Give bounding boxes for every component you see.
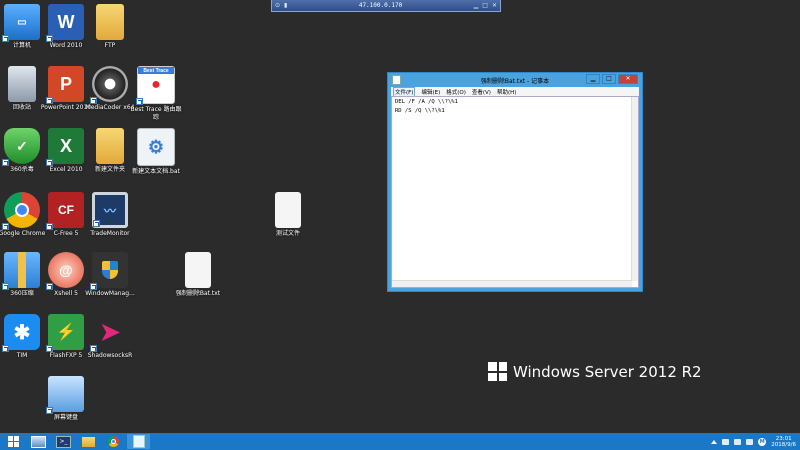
pin-icon[interactable]: ⊙ (275, 2, 280, 9)
network-icon[interactable] (722, 438, 730, 445)
restore-icon[interactable]: □ (482, 2, 488, 9)
branding-text: Windows Server 2012 R2 (513, 362, 702, 381)
signal-icon: ▮ (284, 2, 288, 9)
notepad-menubar: 文件(F) 编辑(E) 格式(O) 查看(V) 帮助(H) (391, 86, 639, 97)
desktop-icon-window-manager[interactable]: WindowManag... (82, 250, 138, 310)
tim-icon: ✱ (2, 314, 40, 352)
chrome-icon (108, 436, 119, 447)
monitor-icon: 〰 (92, 192, 128, 228)
menu-edit[interactable]: 编辑(E) (421, 88, 440, 96)
folder-icon (96, 4, 124, 40)
start-button[interactable] (2, 434, 25, 449)
desktop-icon-test-file[interactable]: 测试文件 (260, 190, 316, 250)
taskbar-notepad[interactable] (127, 434, 150, 449)
map-pin-icon: ● Best Trace (136, 66, 175, 105)
notepad-text-area[interactable]: DEL /F /A /Q \\?\%1 RD /S /Q \\?\%1 (391, 96, 639, 288)
powershell-icon: >_ (56, 435, 71, 448)
taskbar-chrome[interactable] (102, 434, 125, 449)
xshell-icon: @ (46, 252, 84, 290)
gear-icon: ⚙ (137, 128, 175, 166)
maximize-button[interactable]: □ (602, 74, 616, 84)
recycle-bin-icon (8, 66, 36, 102)
clock-date: 2018/9/6 (771, 441, 796, 448)
desktop-icon-force-delete-bat[interactable]: 强制删除Bat.txt (170, 250, 226, 310)
lightning-icon: ⚡ (46, 314, 84, 352)
action-center-icon[interactable] (746, 438, 754, 445)
folder-icon (96, 128, 124, 164)
close-icon[interactable]: ✕ (492, 2, 497, 9)
taskbar-powershell[interactable]: >_ (52, 434, 75, 449)
show-hidden-icons-icon[interactable] (711, 439, 718, 444)
notepad-window[interactable]: 强制删除Bat.txt - 记事本 ▁ □ ✕ 文件(F) 编辑(E) 格式(O… (387, 72, 643, 292)
desktop-icon-new-bat[interactable]: ⚙ 新建文本文档.bat (128, 126, 184, 186)
desktop-icon-on-screen-keyboard[interactable]: 屏幕键盘 (38, 374, 94, 434)
taskbar: >_ M 23:01 2018/9/6 (0, 433, 800, 450)
minimize-icon[interactable]: ▁ (474, 2, 479, 9)
notepad-icon (132, 435, 145, 448)
rdp-address: 47.100.0.170 (358, 2, 403, 9)
minimize-button[interactable]: ▁ (586, 74, 600, 84)
desktop-icon-ftp[interactable]: FTP (82, 2, 138, 62)
computer-icon: ▭ (2, 4, 40, 42)
desktop-icon-shadowsocksr[interactable]: ➤ ShadowsocksR (82, 312, 138, 372)
menu-format[interactable]: 格式(O) (446, 88, 466, 96)
clock[interactable]: 23:01 2018/9/6 (771, 436, 796, 448)
input-method-badge[interactable]: M (758, 437, 767, 446)
file-icon (275, 192, 301, 228)
rdp-connection-bar[interactable]: ⊙ ▮ 47.100.0.170 ▁ □ ✕ (271, 0, 501, 12)
paper-plane-icon: ➤ (90, 314, 128, 352)
desktop-icon-best-trace[interactable]: ● Best Trace Best Trace 路由跟踪 (128, 64, 184, 124)
shield-icon: ✓ (2, 128, 40, 166)
c-free-icon: CF (46, 192, 84, 230)
horizontal-scrollbar[interactable] (392, 280, 632, 287)
notepad-titlebar[interactable]: 强制删除Bat.txt - 记事本 ▁ □ ✕ (388, 73, 642, 87)
notepad-line-2: RD /S /Q \\?\%1 (395, 108, 445, 114)
notepad-line-1: DEL /F /A /Q \\?\%1 (395, 99, 458, 105)
windows-logo-icon (8, 436, 19, 447)
excel-icon: X (46, 128, 84, 166)
shield-icon (90, 252, 128, 290)
vertical-scrollbar[interactable] (631, 97, 638, 281)
menu-help[interactable]: 帮助(H) (497, 88, 516, 96)
file-icon (185, 252, 211, 288)
server-manager-icon (31, 435, 46, 448)
taskbar-server-manager[interactable] (27, 434, 50, 449)
desktop-icon-trademonitor[interactable]: 〰 TradeMonitor (82, 190, 138, 250)
windows-server-branding: Windows Server 2012 R2 (488, 362, 702, 381)
menu-file[interactable]: 文件(F) (393, 86, 416, 97)
taskbar-file-explorer[interactable] (77, 434, 100, 449)
powerpoint-icon: P (46, 66, 84, 104)
archive-icon (2, 252, 40, 290)
chrome-icon (2, 192, 40, 230)
windows-logo-icon (488, 362, 507, 381)
film-reel-icon (90, 66, 128, 104)
close-button[interactable]: ✕ (618, 74, 638, 84)
keyboard-icon (46, 376, 84, 414)
word-icon: W (46, 4, 84, 42)
menu-view[interactable]: 查看(V) (472, 88, 491, 96)
folder-icon (82, 436, 95, 447)
system-tray: M 23:01 2018/9/6 (711, 433, 796, 450)
volume-icon[interactable] (734, 438, 742, 445)
